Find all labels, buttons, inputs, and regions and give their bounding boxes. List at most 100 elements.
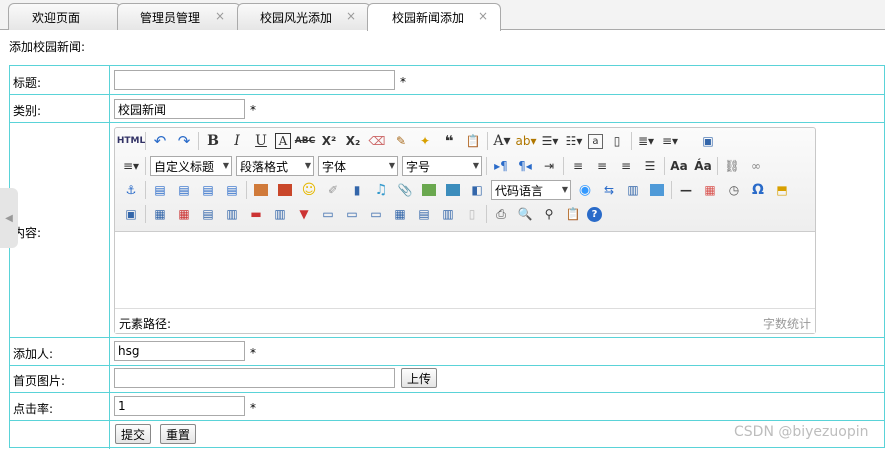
charts-icon[interactable]: ▯ xyxy=(462,204,482,224)
page-break-icon[interactable]: ⇆ xyxy=(599,180,619,200)
font-size-select[interactable]: 字号 ▼ xyxy=(402,156,482,176)
insert-paragraph-before-table-icon[interactable]: ▤ xyxy=(198,204,218,224)
html-source-icon[interactable]: HTML xyxy=(117,131,145,151)
delete-table-icon[interactable]: ▦ xyxy=(174,204,194,224)
date-icon[interactable]: ▦ xyxy=(700,180,720,200)
submit-button[interactable]: 提交 xyxy=(115,424,152,444)
home-image-input[interactable] xyxy=(114,368,395,388)
web-app-icon[interactable]: ◉ xyxy=(575,180,595,200)
anchor-icon[interactable]: ⚓ xyxy=(121,180,141,200)
row-spacing-top-icon[interactable]: ≣▾ xyxy=(636,131,656,151)
map-icon[interactable] xyxy=(419,180,439,200)
select-all-icon[interactable]: a xyxy=(588,133,603,149)
special-char-icon[interactable]: Ω xyxy=(748,180,768,200)
redo-icon[interactable]: ↷ xyxy=(174,131,194,151)
insert-frame-icon[interactable]: ◧ xyxy=(467,180,487,200)
time-icon[interactable]: ◷ xyxy=(724,180,744,200)
line-height-icon[interactable]: ≡▾ xyxy=(121,156,141,176)
image-center-icon[interactable]: ▤ xyxy=(222,180,242,200)
image-none-icon[interactable]: ▤ xyxy=(150,180,170,200)
sidebar-collapse-handle[interactable]: ◀ xyxy=(0,188,18,248)
split-to-rows-icon[interactable]: ▤ xyxy=(414,204,434,224)
row-spacing-bottom-icon[interactable]: ≡▾ xyxy=(660,131,680,151)
click-rate-input[interactable] xyxy=(114,396,245,416)
simple-upload-icon[interactable] xyxy=(251,180,271,200)
preview-search-icon[interactable]: 🔍 xyxy=(515,204,535,224)
image-right-icon[interactable]: ▤ xyxy=(198,180,218,200)
split-to-cols-icon[interactable]: ▥ xyxy=(438,204,458,224)
font-border-icon[interactable]: A xyxy=(275,133,291,149)
close-icon[interactable]: × xyxy=(346,9,356,23)
preview-icon[interactable]: ▣ xyxy=(698,131,718,151)
align-justify-icon[interactable]: ☰ xyxy=(640,156,660,176)
upload-button[interactable]: 上传 xyxy=(401,368,438,388)
emotion-icon[interactable]: ☺ xyxy=(299,180,319,200)
tab-campus-news-add[interactable]: 校园新闻添加 × xyxy=(367,3,501,31)
split-to-cells-icon[interactable]: ▦ xyxy=(390,204,410,224)
delete-col-icon[interactable]: ▼ xyxy=(294,204,314,224)
superscript-icon[interactable]: X² xyxy=(319,131,339,151)
align-right-icon[interactable]: ≡ xyxy=(616,156,636,176)
underline-icon[interactable]: U xyxy=(251,131,271,151)
music-icon[interactable]: ♫ xyxy=(371,180,391,200)
insert-video-icon[interactable]: ▮ xyxy=(347,180,367,200)
tab-welcome[interactable]: 欢迎页面 xyxy=(8,3,121,30)
tab-campus-scenery-add[interactable]: 校园风光添加 × xyxy=(237,3,371,30)
format-brush-icon[interactable]: ✎ xyxy=(391,131,411,151)
unordered-list-icon[interactable]: ☷▾ xyxy=(564,131,584,151)
image-left-icon[interactable]: ▤ xyxy=(174,180,194,200)
category-input[interactable] xyxy=(114,99,245,119)
ordered-list-icon[interactable]: ☰▾ xyxy=(540,131,560,151)
adder-input[interactable] xyxy=(114,341,245,361)
paragraph-format-select[interactable]: 段落格式 ▼ xyxy=(236,156,314,176)
undo-icon[interactable]: ↶ xyxy=(150,131,170,151)
scrawl-icon[interactable]: ✐ xyxy=(323,180,343,200)
drafts-icon[interactable]: 📋 xyxy=(563,204,583,224)
paste-plain-icon[interactable]: 📋 xyxy=(463,131,483,151)
insert-col-icon[interactable]: ▥ xyxy=(270,204,290,224)
italic-icon[interactable]: I xyxy=(227,131,247,151)
wordimage-icon[interactable]: ⬒ xyxy=(772,180,792,200)
ltr-direction-icon[interactable]: ▸¶ xyxy=(491,156,511,176)
attachment-icon[interactable]: 📎 xyxy=(395,180,415,200)
align-left-icon[interactable]: ≡ xyxy=(568,156,588,176)
reset-button[interactable]: 重置 xyxy=(160,424,197,444)
close-icon[interactable]: × xyxy=(215,9,225,23)
gmap-icon[interactable] xyxy=(443,180,463,200)
blockquote-icon[interactable]: ❝ xyxy=(439,131,459,151)
merge-right-icon[interactable]: ▭ xyxy=(342,204,362,224)
code-language-select[interactable]: 代码语言 ▼ xyxy=(491,180,571,200)
background-icon[interactable] xyxy=(647,180,667,200)
uppercase-icon[interactable]: Aa xyxy=(669,156,689,176)
strikethrough-icon[interactable]: ABC xyxy=(295,131,315,151)
insert-table-icon[interactable]: ▦ xyxy=(150,204,170,224)
insert-image-icon[interactable] xyxy=(275,180,295,200)
clear-doc-icon[interactable]: ▯ xyxy=(607,131,627,151)
close-icon[interactable]: × xyxy=(478,9,488,23)
title-input[interactable] xyxy=(114,70,395,90)
subscript-icon[interactable]: X₂ xyxy=(343,131,363,151)
word-image-icon[interactable]: ▣ xyxy=(121,204,141,224)
custom-heading-select[interactable]: 自定义标题 ▼ xyxy=(150,156,232,176)
eraser-icon[interactable]: ⌫ xyxy=(367,131,387,151)
font-color-icon[interactable]: A▾ xyxy=(492,131,512,151)
horizontal-rule-icon[interactable]: — xyxy=(676,180,696,200)
tab-admin-management[interactable]: 管理员管理 × xyxy=(117,3,241,30)
search-replace-icon[interactable]: ⚲ xyxy=(539,204,559,224)
indent-icon[interactable]: ⇥ xyxy=(539,156,559,176)
bold-icon[interactable]: B xyxy=(203,131,223,151)
lowercase-icon[interactable]: Áa xyxy=(693,156,713,176)
delete-row-icon[interactable]: ▬ xyxy=(246,204,266,224)
insert-row-icon[interactable]: ▥ xyxy=(222,204,242,224)
auto-format-icon[interactable]: ✦ xyxy=(415,131,435,151)
editor-content-area[interactable] xyxy=(115,232,815,308)
align-center-icon[interactable]: ≡ xyxy=(592,156,612,176)
merge-cells-icon[interactable]: ▭ xyxy=(318,204,338,224)
highlight-icon[interactable]: ab▾ xyxy=(516,131,537,151)
font-family-select[interactable]: 字体 ▼ xyxy=(318,156,398,176)
merge-down-icon[interactable]: ▭ xyxy=(366,204,386,224)
print-icon[interactable]: ⎙ xyxy=(491,204,511,224)
help-icon[interactable]: ? xyxy=(587,206,602,222)
template-icon[interactable]: ▥ xyxy=(623,180,643,200)
rtl-direction-icon[interactable]: ¶◂ xyxy=(515,156,535,176)
